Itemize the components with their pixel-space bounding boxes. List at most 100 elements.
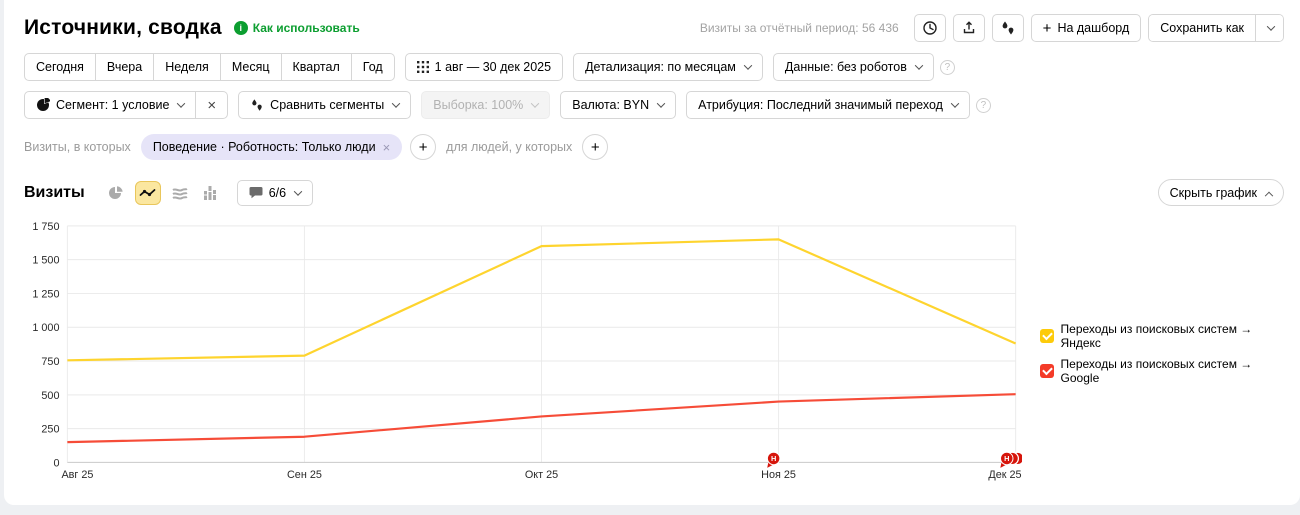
- svg-text:Ноя 25: Ноя 25: [761, 469, 796, 481]
- svg-text:1 500: 1 500: [32, 255, 59, 267]
- sampling-label: Выборка: 100%: [433, 98, 523, 112]
- svg-text:750: 750: [41, 356, 59, 368]
- yandex-series-checkbox[interactable]: [1040, 329, 1054, 343]
- help-icon[interactable]: ?: [976, 98, 991, 113]
- metric-title: Визиты: [24, 184, 85, 202]
- legend-item-yandex[interactable]: Переходы из поисковых систем → Яндекс: [1040, 322, 1284, 350]
- legend-label: Переходы из поисковых систем → Яндекс: [1061, 322, 1284, 350]
- header-actions: Визиты за отчётный период: 56 436: [700, 14, 1284, 42]
- chevron-down-icon: [531, 99, 539, 107]
- chart-type-columns-button[interactable]: [199, 181, 225, 205]
- svg-text:0: 0: [53, 457, 59, 469]
- segment-label: Сегмент: 1 условие: [56, 98, 169, 112]
- how-to-use-link[interactable]: i Как использовать: [234, 21, 360, 35]
- add-visit-condition-button[interactable]: +: [410, 134, 436, 160]
- chevron-down-icon: [392, 99, 400, 107]
- save-as-button[interactable]: Сохранить как: [1149, 15, 1255, 41]
- legend-item-google[interactable]: Переходы из поисковых систем → Google: [1040, 357, 1284, 385]
- detail-level-label: Детализация: по месяцам: [585, 60, 736, 74]
- attribution-label: Атрибуция: Последний значимый переход: [698, 98, 943, 112]
- segment-dropdown[interactable]: Сегмент: 1 условие: [24, 91, 196, 119]
- segments-droplets-icon: [250, 98, 264, 112]
- currency-label: Валюта: BYN: [572, 98, 649, 112]
- date-range-label: 1 авг — 30 дек 2025: [435, 60, 551, 74]
- robotness-filter-chip[interactable]: Поведение · Роботность: Только люди ×: [141, 134, 402, 160]
- period-month-button[interactable]: Месяц: [221, 53, 282, 81]
- chevron-down-icon: [177, 99, 185, 107]
- period-today-button[interactable]: Сегодня: [24, 53, 96, 81]
- attribution-dropdown[interactable]: Атрибуция: Последний значимый переход: [686, 91, 970, 119]
- segment-pie-icon: [36, 98, 50, 112]
- chevron-down-icon: [294, 187, 302, 195]
- comment-bubble-icon: [249, 186, 263, 199]
- period-year-button[interactable]: Год: [352, 53, 395, 81]
- chip-close-icon[interactable]: ×: [383, 140, 391, 155]
- to-dashboard-button[interactable]: + На дашборд: [1031, 14, 1142, 42]
- svg-text:Окт 25: Окт 25: [525, 469, 558, 481]
- period-yesterday-button[interactable]: Вчера: [96, 53, 154, 81]
- compare-segments-quick-button[interactable]: [992, 14, 1024, 42]
- svg-text:Авг 25: Авг 25: [61, 469, 93, 481]
- google-series-checkbox[interactable]: [1040, 364, 1054, 378]
- chevron-down-icon: [657, 99, 665, 107]
- currency-dropdown[interactable]: Валюта: BYN: [560, 91, 676, 119]
- export-button[interactable]: [953, 14, 985, 42]
- visits-period-summary: Визиты за отчётный период: 56 436: [700, 21, 899, 35]
- chart-legend: Переходы из поисковых систем → Яндекс Пе…: [1040, 322, 1284, 385]
- save-as-menu-button[interactable]: [1255, 15, 1283, 41]
- hide-chart-label: Скрыть график: [1170, 186, 1257, 200]
- people-filter-label: для людей, у которых: [446, 140, 572, 154]
- chart-type-area-button[interactable]: [167, 181, 193, 205]
- pie-chart-icon: [108, 185, 124, 201]
- segment-group: Сегмент: 1 условие ×: [24, 91, 228, 119]
- chevron-up-icon: [1265, 191, 1273, 199]
- history-button[interactable]: [914, 14, 946, 42]
- svg-text:Сен 25: Сен 25: [287, 469, 322, 481]
- detail-level-dropdown[interactable]: Детализация: по месяцам: [573, 53, 763, 81]
- data-mode-label: Данные: без роботов: [785, 60, 907, 74]
- to-dashboard-label: На дашборд: [1057, 21, 1129, 35]
- visits-line-chart[interactable]: 02505007501 0001 2501 5001 750Авг 25Сен …: [24, 214, 1022, 492]
- visits-period-label: Визиты за отчётный период:: [700, 21, 859, 35]
- column-chart-icon: [204, 186, 219, 200]
- chart-controls: Визиты: [24, 179, 1284, 206]
- plus-icon: +: [1043, 20, 1052, 37]
- add-people-condition-button[interactable]: +: [582, 134, 608, 160]
- chart-type-line-button[interactable]: [135, 181, 161, 205]
- svg-text:Н: Н: [771, 454, 776, 463]
- segment-clear-button[interactable]: ×: [196, 91, 228, 119]
- date-range-button[interactable]: 1 авг — 30 дек 2025: [405, 53, 563, 81]
- svg-text:1 000: 1 000: [32, 322, 59, 334]
- period-toolbar: Сегодня Вчера Неделя Месяц Квартал Год 1…: [24, 53, 1284, 81]
- report-header: Источники, сводка i Как использовать Виз…: [24, 14, 1284, 42]
- hide-chart-button[interactable]: Скрыть график: [1158, 179, 1284, 206]
- comments-count: 6/6: [269, 186, 286, 200]
- period-week-button[interactable]: Неделя: [154, 53, 221, 81]
- comments-dropdown[interactable]: 6/6: [237, 180, 313, 206]
- help-icon[interactable]: ?: [940, 60, 955, 75]
- report-page: Источники, сводка i Как использовать Виз…: [4, 0, 1300, 505]
- data-mode-dropdown[interactable]: Данные: без роботов: [773, 53, 934, 81]
- stacked-area-icon: [172, 186, 188, 200]
- svg-text:1 750: 1 750: [32, 221, 59, 233]
- sampling-dropdown[interactable]: Выборка: 100%: [421, 91, 550, 119]
- close-icon: ×: [207, 97, 216, 114]
- chevron-down-icon: [744, 61, 752, 69]
- period-quarter-button[interactable]: Квартал: [282, 53, 352, 81]
- segments-droplets-icon: [1000, 20, 1016, 36]
- filter-chip-label: Поведение · Роботность: Только люди: [153, 140, 376, 154]
- segment-toolbar: Сегмент: 1 условие × Сравнить сегменты В…: [24, 91, 1284, 119]
- visits-period-value: 56 436: [862, 21, 899, 35]
- legend-label: Переходы из поисковых систем → Google: [1061, 357, 1284, 385]
- compare-segments-dropdown[interactable]: Сравнить сегменты: [238, 91, 411, 119]
- calendar-grid-icon: [417, 61, 429, 73]
- chart-type-pie-button[interactable]: [103, 181, 129, 205]
- visits-filter-label: Визиты, в которых: [24, 140, 131, 154]
- info-icon: i: [234, 21, 248, 35]
- how-to-use-label: Как использовать: [253, 21, 360, 35]
- svg-text:250: 250: [41, 424, 59, 436]
- chevron-down-icon: [915, 61, 923, 69]
- visits-chart-block: 02505007501 0001 2501 5001 750Авг 25Сен …: [24, 214, 1284, 492]
- filter-bar: Визиты, в которых Поведение · Роботность…: [24, 134, 1284, 160]
- page-title: Источники, сводка: [24, 16, 222, 40]
